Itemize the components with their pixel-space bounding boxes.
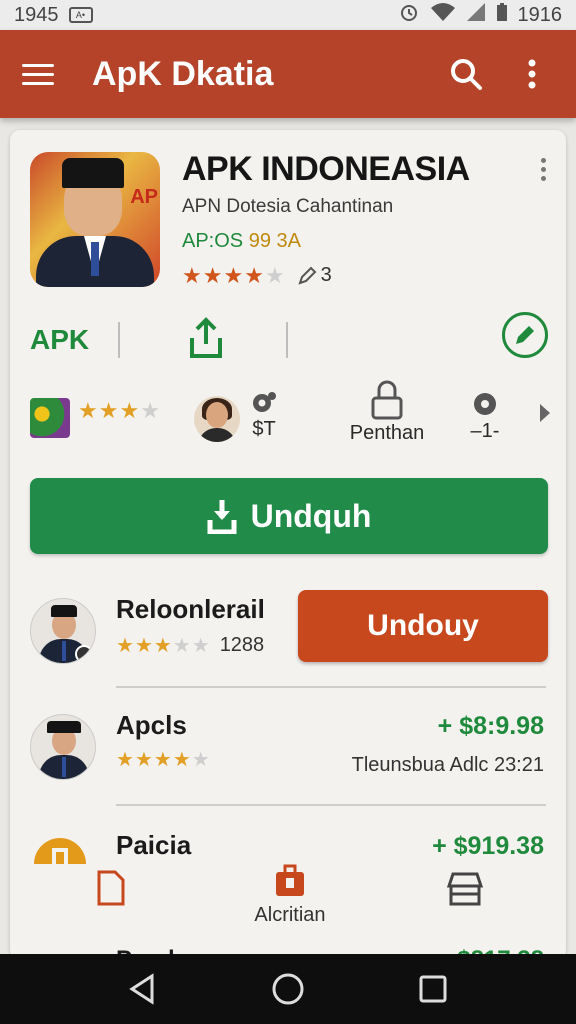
app-meta-version: AP:OS <box>182 230 244 252</box>
list-item-rating: ★ ★ ★ ★ ★ <box>116 749 210 771</box>
rating-count: 3 <box>297 264 332 287</box>
edit-icon[interactable] <box>502 312 548 358</box>
status-bar: 1945 A• 1916 <box>0 0 576 30</box>
recents-icon[interactable] <box>411 967 455 1011</box>
avatar <box>30 598 96 664</box>
wifi-icon <box>430 2 456 28</box>
list-item-name: Reloonlerail <box>116 594 265 624</box>
mini-star-rating: ★ ★ ★ ★ <box>78 398 160 423</box>
app-title: APK INDONEASIA <box>182 150 470 188</box>
app-detail-card: AP APK INDONEASIA APN Dotesia Cahantinan… <box>10 130 566 960</box>
app-meta-size: 99 3A <box>248 230 301 252</box>
document-icon <box>97 870 125 906</box>
avatar <box>30 714 96 780</box>
system-nav-bar <box>0 954 576 1024</box>
back-icon[interactable] <box>121 967 165 1011</box>
briefcase-icon <box>276 864 304 896</box>
divider <box>116 804 546 806</box>
tab-alcritian[interactable]: Alcritian <box>230 864 350 927</box>
app-icon: AP <box>30 152 160 287</box>
app-bar-title: ApK Dkatia <box>92 54 274 93</box>
download-icon <box>207 500 237 534</box>
app-developer: APN Dotesia Cahantinan <box>182 196 394 217</box>
list-item-rating: ★ ★ ★ ★ ★ 1288 <box>116 634 265 657</box>
divider <box>116 686 546 688</box>
more-options-icon[interactable] <box>510 52 554 96</box>
list-item-subtitle: Tleunsbua Adlc 23:21 <box>351 754 544 776</box>
list-item[interactable]: Reloonlerail ★ ★ ★ ★ ★ 1288 Undouy <box>10 590 566 708</box>
list-item[interactable]: Apcls ★ ★ ★ ★ ★ + $8:9.98 Tleunsbua Adlc 23:… <box>10 708 566 824</box>
divider <box>118 322 120 358</box>
gear-icon <box>460 390 510 418</box>
related-row: ★ ★ ★ ★ $T Penthan –1- <box>10 380 566 458</box>
signal-icon <box>466 2 486 28</box>
lock-item[interactable]: Penthan <box>332 380 442 445</box>
list-item-price: + $919.38 <box>432 832 544 860</box>
chevron-right-icon[interactable] <box>538 402 552 429</box>
settings-item[interactable]: $T <box>242 390 286 441</box>
person-avatar[interactable] <box>194 396 240 442</box>
app-icon-text: AP <box>130 186 158 208</box>
star-rating: ★ ★ ★ ★ ★ <box>182 262 285 288</box>
lock-icon <box>332 380 442 420</box>
tab-documents[interactable] <box>90 868 130 914</box>
pencil-icon <box>298 266 317 285</box>
share-icon[interactable] <box>186 316 226 360</box>
divider <box>286 322 288 358</box>
settings-item-2[interactable]: –1- <box>460 390 510 443</box>
list-item-name: Paicia <box>116 830 192 860</box>
status-time-right: 1916 <box>517 3 563 26</box>
card-more-icon[interactable] <box>541 158 546 181</box>
menu-icon[interactable] <box>22 63 54 85</box>
download-button[interactable]: Undquh <box>30 478 548 554</box>
list-item-price: + $8:9.98 <box>437 712 544 740</box>
action-row: APK <box>10 308 566 372</box>
game-thumbnail[interactable] <box>30 398 70 438</box>
app-bar: ApK Dkatia <box>0 30 576 118</box>
search-icon[interactable] <box>444 52 488 96</box>
app-rating: ★ ★ ★ ★ ★ 3 <box>182 264 332 287</box>
notification-icon: A• <box>68 7 93 23</box>
bottom-tab-bar: Alcritian <box>10 864 566 938</box>
battery-icon <box>496 2 508 28</box>
status-time-left: 1945 <box>14 3 59 26</box>
app-meta: AP:OS 99 3A <box>182 230 301 253</box>
store-icon <box>446 872 484 906</box>
apk-label[interactable]: APK <box>30 324 89 356</box>
home-icon[interactable] <box>266 967 310 1011</box>
gear-icon <box>242 390 286 416</box>
alarm-icon <box>398 1 420 29</box>
list-item-name: Apcls <box>116 710 187 740</box>
gear-icon <box>30 828 90 872</box>
install-button[interactable]: Undouy <box>298 590 548 662</box>
tab-store[interactable] <box>440 868 490 914</box>
